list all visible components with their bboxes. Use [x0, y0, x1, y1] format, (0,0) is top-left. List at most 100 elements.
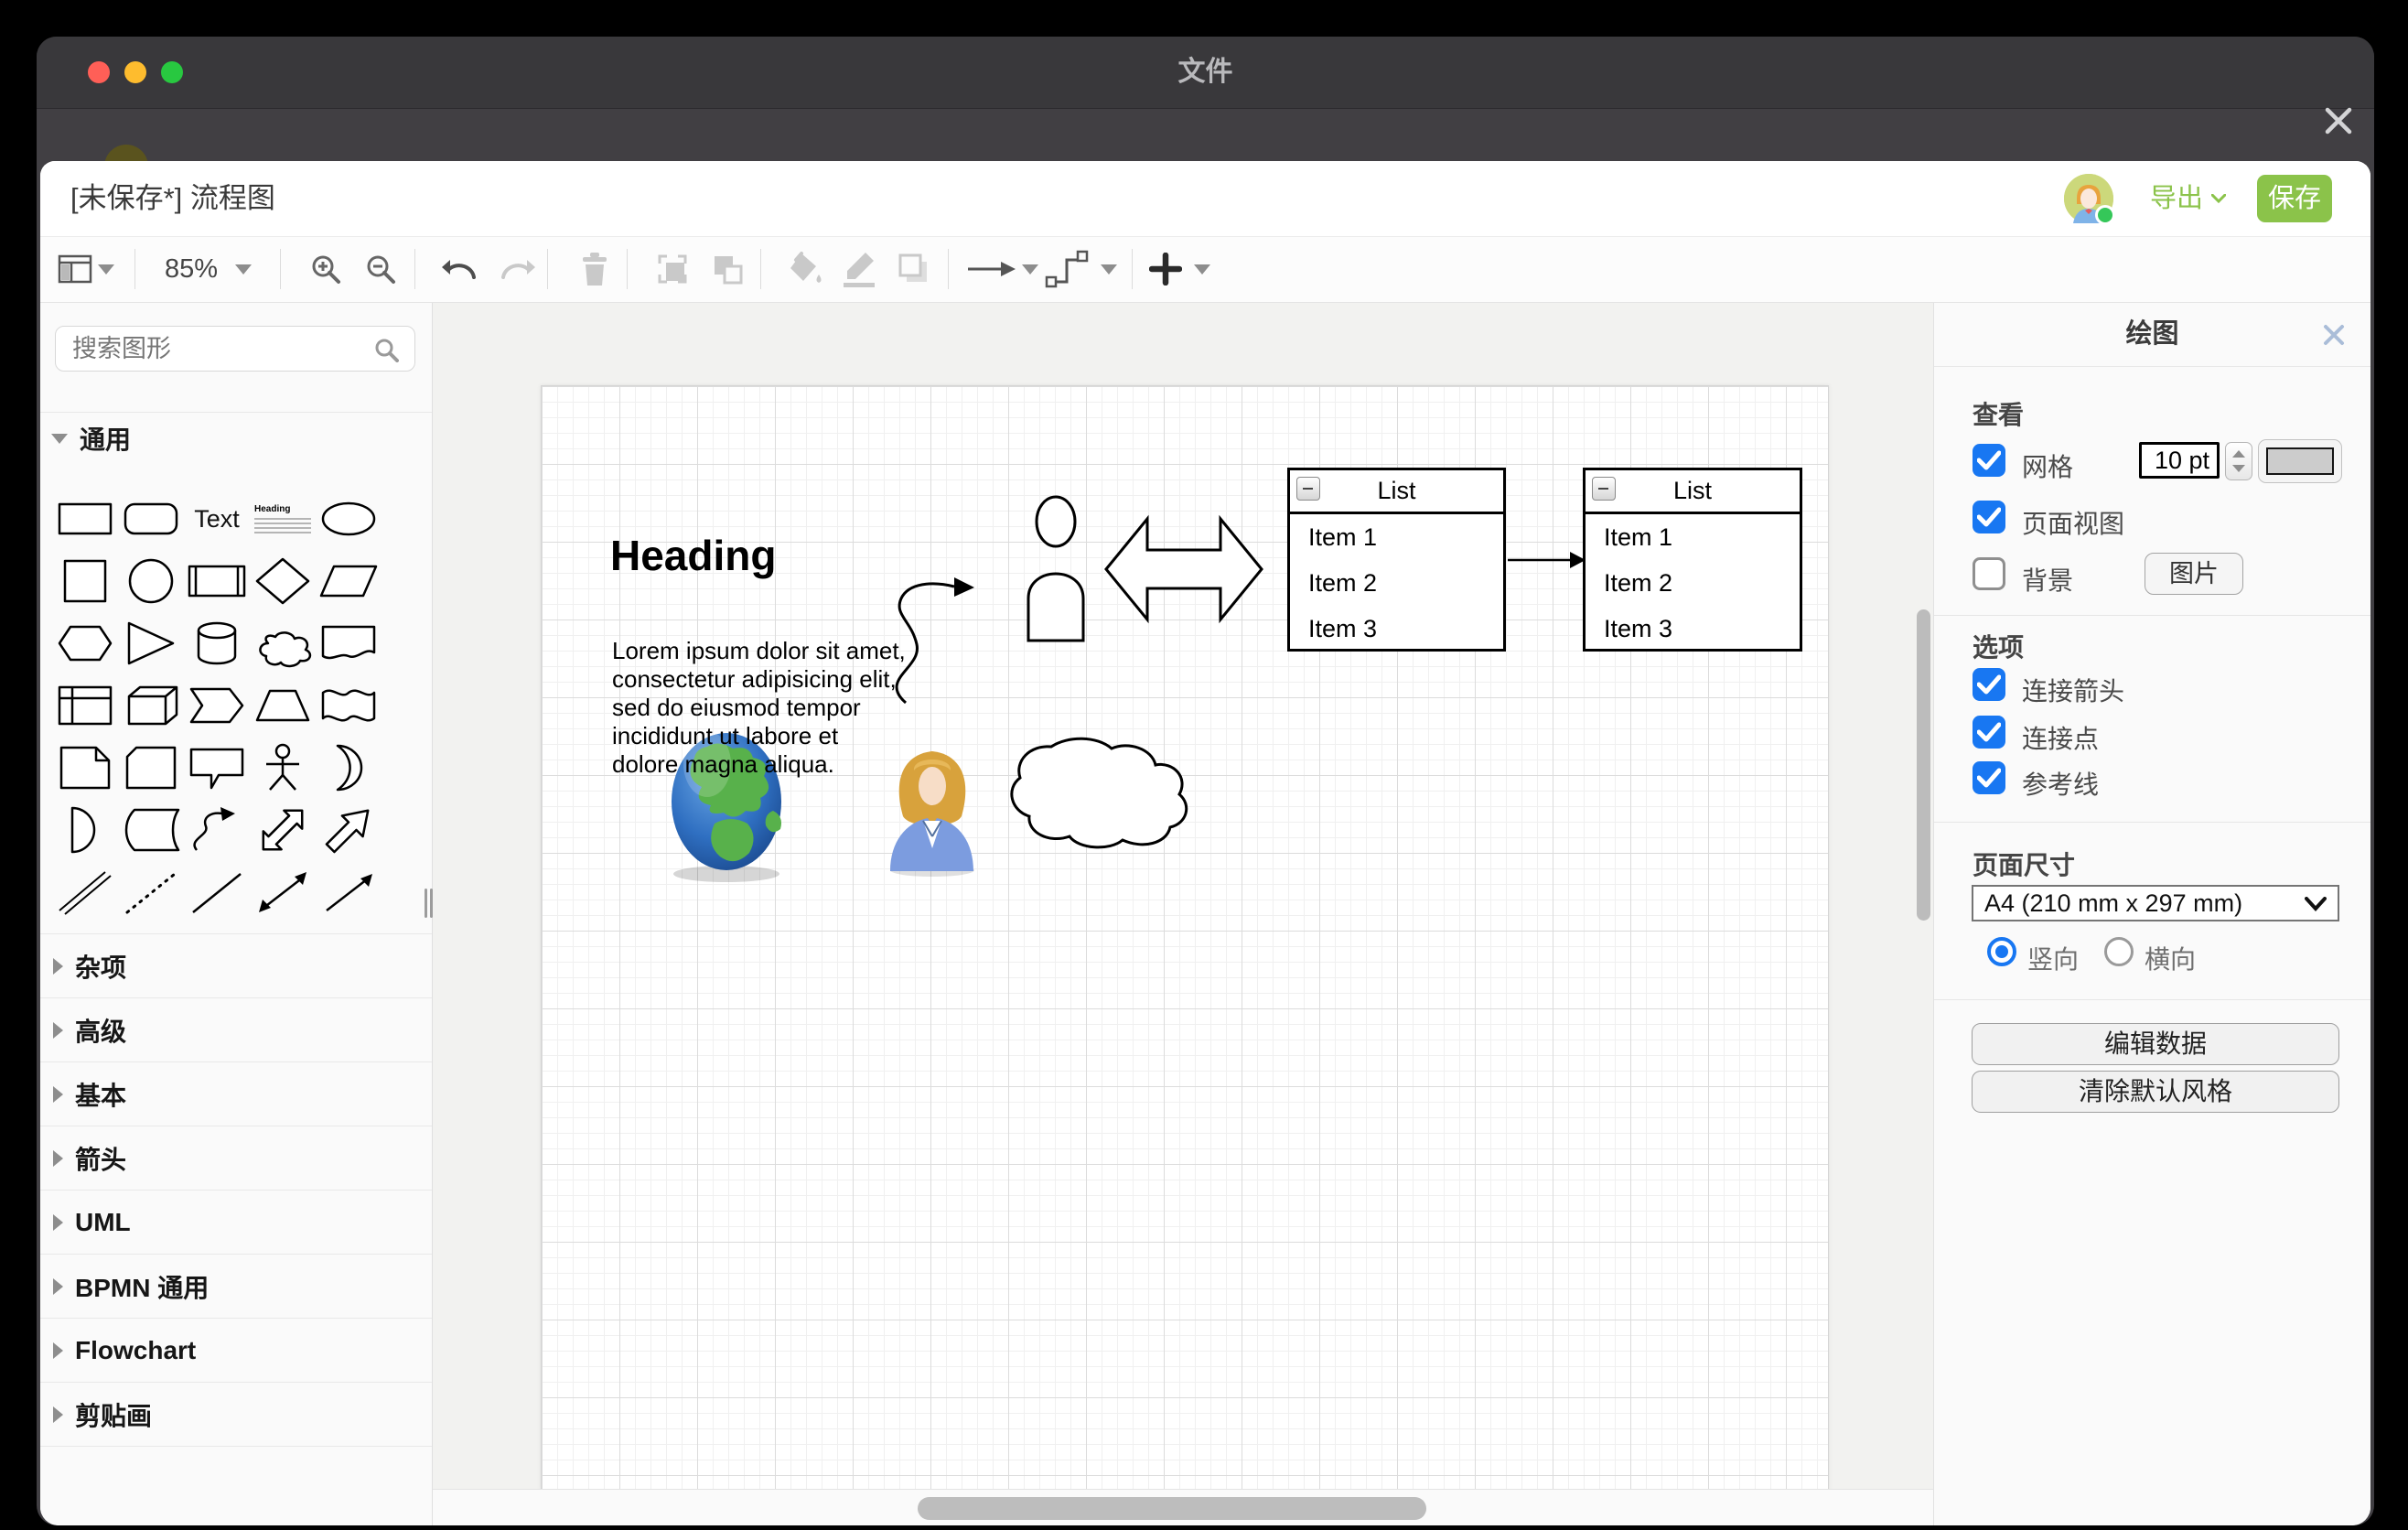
shape-dotted-line[interactable] [118, 863, 184, 921]
portrait-radio[interactable] [1987, 937, 2016, 966]
sidebar-category-misc[interactable]: 杂项 [40, 933, 432, 998]
connection-arrow-icon[interactable] [962, 236, 1021, 302]
shape-directional-arrow[interactable] [316, 863, 382, 921]
shape-two-way-arrow[interactable] [250, 801, 316, 859]
insert-caret-icon[interactable] [1193, 236, 1211, 302]
shape-trapezoid[interactable] [250, 676, 316, 735]
list-item[interactable]: Item 1 [1586, 514, 1800, 560]
stepper-up-icon[interactable] [2232, 450, 2245, 458]
insert-icon[interactable] [1145, 236, 1186, 302]
list-item[interactable]: Item 1 [1290, 514, 1503, 560]
list-item[interactable]: Item 3 [1586, 606, 1800, 652]
search-input[interactable] [55, 326, 415, 372]
sidebar-category-bpmn[interactable]: BPMN 通用 [40, 1254, 432, 1319]
shape-tape[interactable] [316, 676, 382, 735]
collapse-icon[interactable] [1592, 477, 1616, 501]
grid-color-swatch[interactable] [2258, 439, 2342, 483]
user-avatar[interactable] [2064, 174, 2113, 223]
grid-size-input[interactable] [2139, 442, 2220, 479]
horizontal-scrollbar[interactable] [918, 1497, 1426, 1520]
connection-caret-icon[interactable] [1021, 236, 1039, 302]
shape-diamond[interactable] [250, 552, 316, 610]
shape-double-line[interactable] [52, 863, 118, 921]
paragraph-text-shape[interactable]: Lorem ipsum dolor sit amet, consectetur … [612, 637, 908, 779]
page-view-checkbox[interactable] [1973, 501, 2005, 533]
list-shape-1[interactable]: List Item 1 Item 2 Item 3 [1287, 468, 1506, 652]
stepper-down-icon[interactable] [2232, 465, 2245, 472]
clear-default-style-button[interactable]: 清除默认风格 [1972, 1071, 2339, 1113]
shape-bidirectional-arrow[interactable] [250, 863, 316, 921]
shape-line[interactable] [184, 863, 250, 921]
shape-document[interactable] [316, 614, 382, 673]
waypoint-style-icon[interactable] [1043, 236, 1091, 302]
shape-rounded-rectangle[interactable] [118, 490, 184, 548]
shape-rectangle[interactable] [52, 490, 118, 548]
shape-actor[interactable] [250, 738, 316, 797]
list-item[interactable]: Item 3 [1290, 606, 1503, 652]
shape-parallelogram[interactable] [316, 552, 382, 610]
list-connector-arrow[interactable] [1508, 552, 1586, 568]
shape-data-storage[interactable] [118, 801, 184, 859]
sidebar-category-flowchart[interactable]: Flowchart [40, 1318, 432, 1383]
shape-triangle[interactable] [118, 614, 184, 673]
zoom-in-icon[interactable] [307, 236, 344, 302]
export-button[interactable]: 导出 [2150, 161, 2226, 236]
shape-square[interactable] [52, 552, 118, 610]
line-color-icon[interactable] [838, 236, 880, 302]
save-button[interactable]: 保存 [2257, 175, 2332, 222]
list-item[interactable]: Item 2 [1586, 560, 1800, 606]
shape-note[interactable] [52, 738, 118, 797]
fill-color-icon[interactable] [785, 236, 827, 302]
sidebar-category-uml[interactable]: UML [40, 1190, 432, 1255]
page-view-caret-icon[interactable] [97, 236, 115, 302]
list-item[interactable]: Item 2 [1290, 560, 1503, 606]
shadow-icon[interactable] [893, 236, 935, 302]
shape-text[interactable]: Text [184, 490, 250, 548]
sidebar-category-arrows[interactable]: 箭头 [40, 1126, 432, 1191]
shape-and[interactable] [52, 801, 118, 859]
drawing-canvas[interactable]: Heading Lorem ipsum dolor sit amet, cons… [433, 302, 1933, 1489]
shape-cube[interactable] [118, 676, 184, 735]
panel-close-icon[interactable] [2321, 322, 2347, 348]
shape-or[interactable] [316, 738, 382, 797]
shape-curve-arrow[interactable] [184, 801, 250, 859]
sidebar-category-clipart[interactable]: 剪贴画 [40, 1382, 432, 1447]
shape-hexagon[interactable] [52, 614, 118, 673]
landscape-radio[interactable] [2104, 937, 2134, 966]
list-shape-2[interactable]: List Item 1 Item 2 Item 3 [1583, 468, 1802, 652]
cloud-shape[interactable] [1012, 738, 1187, 847]
edit-data-button[interactable]: 编辑数据 [1972, 1023, 2339, 1065]
shape-callout[interactable] [184, 738, 250, 797]
background-checkbox[interactable] [1973, 557, 2005, 590]
page-size-select[interactable]: A4 (210 mm x 297 mm) [1972, 885, 2339, 921]
zoom-out-icon[interactable] [362, 236, 399, 302]
waypoint-caret-icon[interactable] [1100, 236, 1118, 302]
shape-process[interactable] [184, 552, 250, 610]
to-front-icon[interactable] [651, 236, 693, 302]
collapse-icon[interactable] [1296, 477, 1320, 501]
connection-points-checkbox[interactable] [1973, 716, 2005, 749]
actor-shape[interactable] [1028, 497, 1083, 641]
two-way-arrow-shape[interactable] [1106, 519, 1262, 620]
shape-ellipse[interactable] [316, 490, 382, 548]
close-icon[interactable] [2320, 102, 2357, 139]
grid-size-stepper[interactable] [2225, 442, 2252, 480]
delete-icon[interactable] [575, 236, 615, 302]
heading-text-shape[interactable]: Heading [610, 531, 776, 580]
zoom-level-dropdown[interactable]: 85% [157, 236, 225, 302]
grid-checkbox[interactable] [1973, 444, 2005, 477]
section-general[interactable]: 通用 [40, 412, 432, 464]
shape-textbox[interactable]: Heading [250, 490, 316, 548]
undo-icon[interactable] [439, 236, 479, 302]
guides-checkbox[interactable] [1973, 761, 2005, 794]
shape-arrow[interactable] [316, 801, 382, 859]
redo-icon[interactable] [498, 236, 538, 302]
sidebar-category-basic[interactable]: 基本 [40, 1061, 432, 1126]
to-back-icon[interactable] [706, 236, 748, 302]
vertical-scrollbar[interactable] [1917, 609, 1930, 921]
background-image-button[interactable]: 图片 [2145, 553, 2243, 595]
page-view-icon[interactable] [55, 236, 95, 302]
shape-cylinder[interactable] [184, 614, 250, 673]
shape-card[interactable] [118, 738, 184, 797]
connection-arrows-checkbox[interactable] [1973, 668, 2005, 701]
